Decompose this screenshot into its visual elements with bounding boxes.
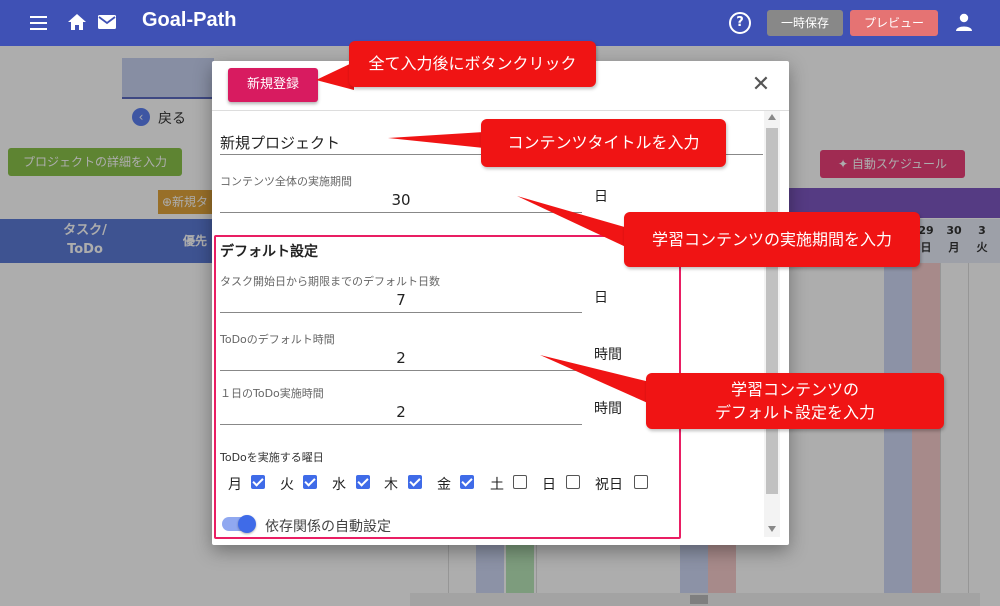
dialog-divider	[212, 110, 789, 111]
defaults-hint-line2: デフォルト設定を入力	[714, 403, 875, 422]
mail-icon[interactable]	[97, 14, 117, 30]
app-title: Goal-Path	[142, 9, 237, 31]
period-hint-callout: 学習コンテンツの実施期間を入力	[624, 212, 920, 267]
scroll-up-arrow-icon[interactable]	[768, 114, 776, 120]
defaults-hint-callout: 学習コンテンツの デフォルト設定を入力	[646, 373, 944, 429]
period-label: コンテンツ全体の実施期間	[220, 175, 352, 188]
home-icon[interactable]	[67, 12, 87, 32]
register-hint-callout: 全て入力後にボタンクリック	[349, 41, 596, 87]
close-icon[interactable]: ✕	[750, 74, 772, 96]
save-draft-button[interactable]: 一時保存	[767, 10, 843, 36]
menu-icon[interactable]	[30, 15, 47, 31]
period-input[interactable]	[220, 188, 582, 213]
defaults-highlight-box	[214, 235, 681, 539]
register-button[interactable]: 新規登録	[228, 68, 318, 102]
preview-button[interactable]: プレビュー	[850, 10, 938, 36]
user-account-icon[interactable]	[954, 12, 974, 32]
period-unit: 日	[594, 189, 608, 205]
help-icon[interactable]: ?	[729, 12, 751, 34]
scroll-down-arrow-icon[interactable]	[768, 526, 776, 532]
title-hint-callout: コンテンツタイトルを入力	[481, 119, 726, 167]
dialog-scroll-thumb[interactable]	[766, 128, 778, 494]
defaults-hint-line1: 学習コンテンツの	[730, 380, 859, 399]
